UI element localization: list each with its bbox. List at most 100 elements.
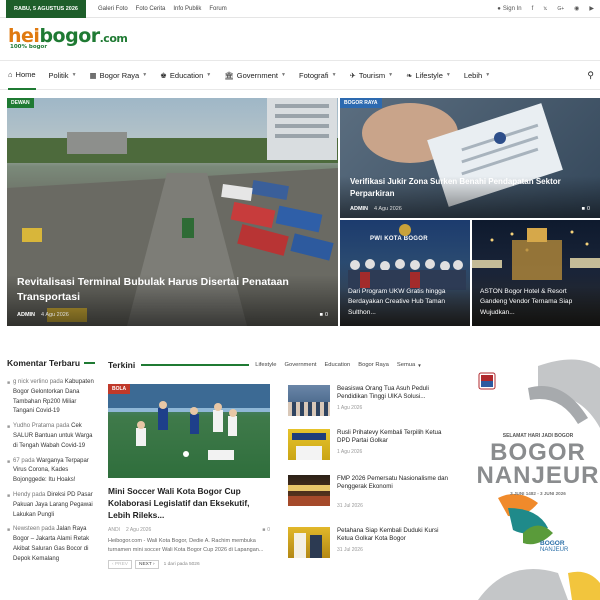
article-thumbnail[interactable] [288, 527, 330, 558]
list-item[interactable]: Beasiswa Orang Tua Asuh Peduli Pendidika… [288, 385, 448, 419]
nav-politik[interactable]: Politik ▼ [49, 71, 77, 80]
banner-line2: NANJEUR [476, 462, 600, 489]
top-link-galeri[interactable]: Galeri Foto [98, 6, 128, 12]
nav-bogor-raya[interactable]: ▦ Bogor Raya ▼ [90, 71, 148, 80]
prev-button[interactable]: ‹ PREV [108, 559, 132, 569]
education-icon: ♚ [160, 70, 167, 80]
nav-lifestyle[interactable]: ❧ Lifestyle ▼ [406, 71, 451, 80]
comment-pada: pada [32, 491, 46, 498]
googleplus-icon[interactable]: G+ [557, 6, 564, 12]
nav-tourism-label: Tourism [358, 70, 386, 80]
category-badge[interactable]: DEWAN [7, 98, 34, 108]
site-logo[interactable]: heibogor.com 100% bogor [8, 25, 128, 51]
youtube-icon[interactable]: ▶ [589, 5, 594, 12]
chevron-down-icon: ▼ [71, 72, 77, 78]
anniversary-banner[interactable]: SELAMAT HARI JADI BOGOR BOGOR NANJEUR 3 … [468, 358, 600, 600]
chevron-down-icon: ▼ [485, 72, 491, 78]
hero-top-right-card[interactable]: BOGOR RAYA Verifikasi Jukir Zona Surken … [340, 98, 600, 218]
article-title[interactable]: FMP 2026 Pemersatu Nasionalisme dan Peng… [337, 475, 448, 491]
comment-author[interactable]: 67 [13, 458, 20, 464]
tab-government[interactable]: Government [285, 362, 317, 368]
comment-icon: ■ [7, 380, 11, 386]
logo-bogor: bogor [39, 25, 100, 48]
facebook-icon[interactable]: f [532, 6, 534, 12]
article-thumbnail[interactable] [288, 475, 330, 506]
tab-bogor-raya[interactable]: Bogor Raya [358, 362, 389, 368]
article-title[interactable]: Petahana Siap Kembali Duduki Kursi Ketua… [337, 527, 448, 543]
chevron-down-icon: ▼ [388, 72, 394, 78]
pager-info: 1 dari pada 5026 [163, 561, 200, 567]
user-icon: ● [497, 5, 501, 12]
hero-main-title[interactable]: Revitalisasi Terminal Bubulak Harus Dise… [17, 275, 307, 304]
nav-fotografi[interactable]: Fotografi ▼ [299, 71, 337, 80]
feature-title[interactable]: Mini Soccer Wali Kota Bogor Cup Kolabora… [108, 485, 270, 521]
nav-lebih[interactable]: Lebih ▼ [464, 71, 490, 80]
article-thumbnail[interactable] [288, 385, 330, 416]
tab-lifestyle[interactable]: Lifestyle [255, 362, 276, 368]
comment-count[interactable]: ■ 0 [582, 206, 590, 212]
hero-bottom-a-title[interactable]: Dari Program UKW Gratis hingga Berdayaka… [348, 287, 462, 319]
author-link[interactable]: ANDI [108, 527, 120, 533]
comment-pada: pada [21, 457, 35, 464]
hero-main-card[interactable]: DEWAN Revitalisasi Terminal Bubulak Haru… [7, 98, 338, 326]
banner-dates: 3 JUNI 1482 - 3 JUNI 2026 [510, 491, 566, 496]
banner-small-line1: BOGOR [540, 540, 565, 547]
author-link[interactable]: ADMIN [350, 206, 368, 212]
comment-count[interactable]: ■ 0 [262, 527, 270, 533]
nav-education[interactable]: ♚ Education ▼ [160, 71, 211, 80]
hero-top-right-title[interactable]: Verifikasi Jukir Zona Surken Benahi Pend… [350, 176, 580, 200]
author-link[interactable]: ADMIN [17, 312, 35, 318]
post-date: 1 Agu 2026 [337, 449, 363, 455]
top-links: Galeri Foto Foto Cerita Info Publik Foru… [98, 6, 227, 12]
comment-author[interactable]: Newsteen [13, 526, 40, 532]
comment-icon: ■ [581, 206, 585, 212]
top-link-forum[interactable]: Forum [209, 6, 226, 12]
list-item[interactable]: Rusli Prihatevy Kembali Terpilih Ketua D… [288, 429, 448, 463]
comment-author[interactable]: Hendy [13, 492, 30, 498]
top-right: ● Sign In f 𝕩 G+ ◉ ▶ [497, 5, 594, 13]
list-item[interactable]: FMP 2026 Pemersatu Nasionalisme dan Peng… [288, 475, 448, 509]
comment-icon: ■ [7, 424, 11, 431]
list-item: ■ g nick verlino pada Kabupaten Bogor Ge… [7, 378, 95, 417]
article-title[interactable]: Rusli Prihatevy Kembali Terpilih Ketua D… [337, 429, 448, 445]
comment-pada: pada [41, 526, 55, 533]
nav-politik-label: Politik [48, 70, 69, 80]
nav-home[interactable]: ⌂ Home [8, 60, 36, 90]
article-thumbnail[interactable] [288, 429, 330, 460]
chevron-down-icon: ▼ [142, 72, 148, 78]
top-link-info-publik[interactable]: Info Publik [173, 6, 201, 12]
comment-count[interactable]: ■ 0 [320, 312, 328, 318]
chevron-down-icon: ▼ [445, 72, 451, 78]
map-icon: ▦ [89, 70, 97, 80]
list-item[interactable]: Petahana Siap Kembali Duduki Kursi Ketua… [288, 527, 448, 561]
instagram-icon[interactable]: ◉ [574, 5, 579, 12]
category-badge[interactable]: BOLA [108, 384, 131, 394]
top-link-foto-cerita[interactable]: Foto Cerita [136, 6, 166, 12]
hero-bottom-b-title[interactable]: ASTON Bogor Hotel & Resort Gandeng Vendo… [480, 287, 592, 319]
tab-education[interactable]: Education [324, 362, 350, 368]
comment-icon: ■ [7, 527, 11, 534]
post-date: 31 Jul 2026 [337, 547, 363, 553]
hero-bottom-b-card[interactable]: ASTON Bogor Hotel & Resort Gandeng Vendo… [472, 220, 600, 326]
comment-count-value: 0 [324, 312, 328, 318]
next-button[interactable]: NEXT › [135, 559, 159, 569]
post-date: 4 Agu 2026 [41, 312, 69, 318]
category-badge[interactable]: BOGOR RAYA [340, 98, 382, 108]
hero-bottom-a-card[interactable]: PWI KOTA BOGOR Dari Program UKW Gratis h… [340, 220, 470, 326]
signin-label: Sign In [502, 5, 522, 12]
search-icon[interactable]: ⚲ [587, 70, 594, 81]
top-bar: RABU, 5 AGUSTUS 2026 Galeri Foto Foto Ce… [0, 0, 600, 18]
date-badge: RABU, 5 AGUSTUS 2026 [6, 0, 86, 18]
nav-tourism[interactable]: ✈ Tourism ▼ [350, 71, 394, 80]
nav-government[interactable]: 🏛 Government ▼ [224, 71, 286, 80]
feature-image[interactable]: BOLA [108, 384, 270, 478]
nav-lebih-label: Lebih [463, 70, 483, 80]
article-title[interactable]: Beasiswa Orang Tua Asuh Peduli Pendidika… [337, 385, 448, 401]
twitter-icon[interactable]: 𝕩 [543, 5, 547, 12]
tab-semua[interactable]: Semua ▼ [397, 362, 422, 368]
nav-lifestyle-label: Lifestyle [415, 70, 443, 80]
title-divider [141, 364, 250, 366]
comment-author[interactable]: g nick verlino [13, 379, 48, 385]
signin-link[interactable]: ● Sign In [497, 6, 521, 12]
comment-author[interactable]: Yudho Pratama [13, 423, 54, 429]
